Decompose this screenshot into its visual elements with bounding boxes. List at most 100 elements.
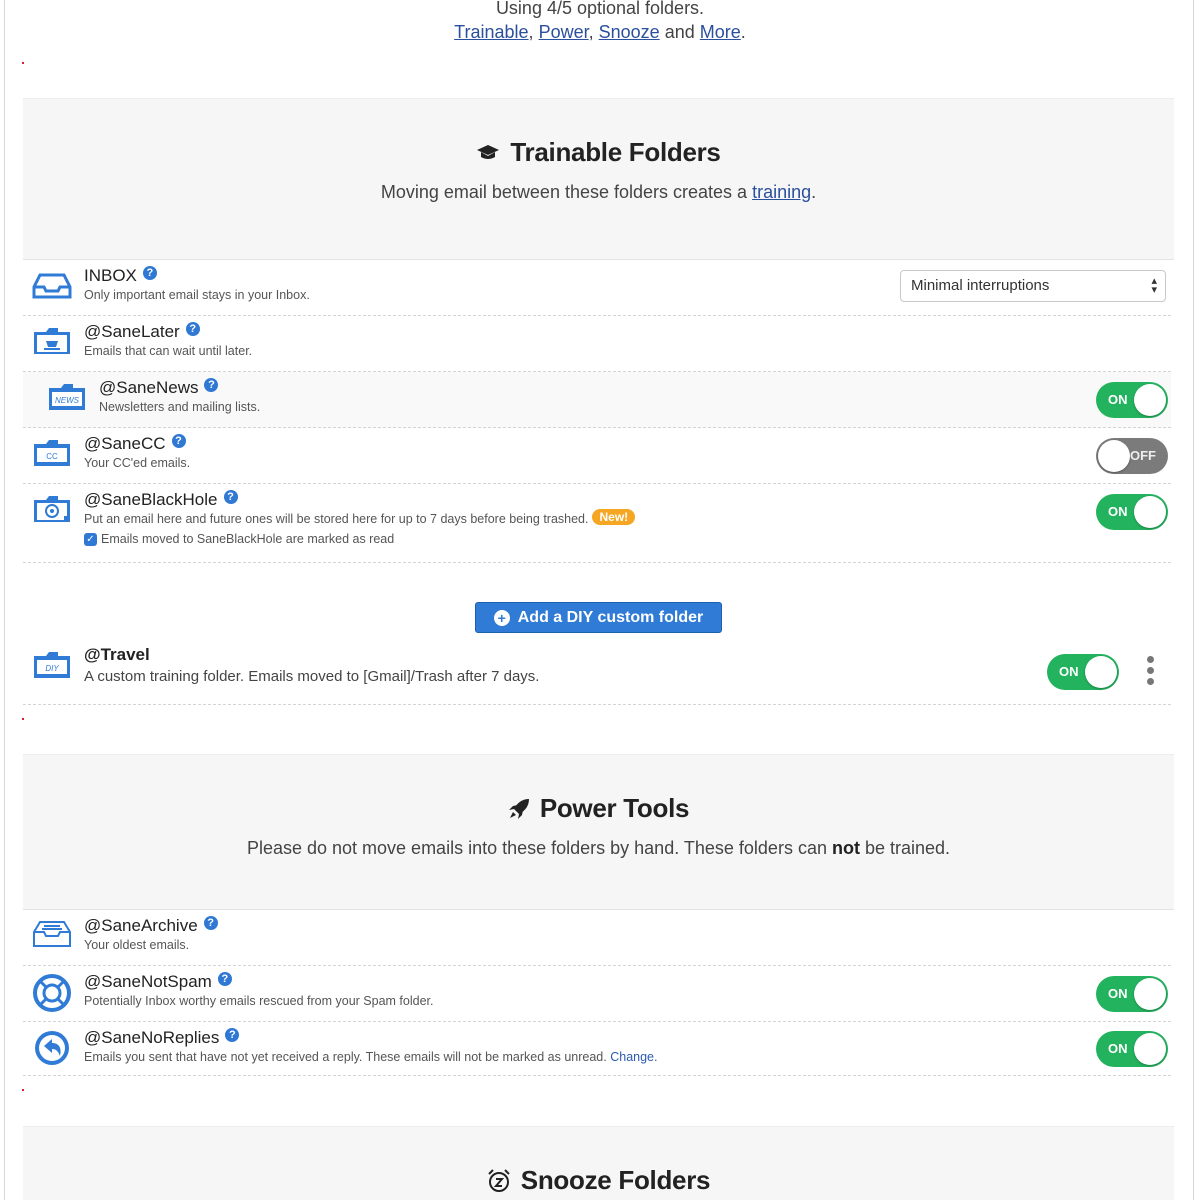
- folder-row-sanenotspam: @SaneNotSpam? Potentially Inbox worthy e…: [23, 966, 1171, 1022]
- checkbox-label: Emails moved to SaneBlackHole are marked…: [101, 532, 395, 546]
- toggle-label: OFF: [1130, 448, 1156, 463]
- folder-desc: Only important email stays in your Inbox…: [84, 288, 310, 302]
- cc-icon-text: CC: [46, 452, 58, 461]
- select-arrows-icon: ▴ ▾: [1151, 275, 1157, 296]
- folder-blackhole-icon: [34, 496, 70, 522]
- trainable-title: Trainable Folders: [23, 137, 1174, 168]
- folder-name-text: INBOX: [84, 266, 137, 285]
- help-icon[interactable]: ?: [204, 378, 219, 392]
- folder-name: @Travel: [84, 645, 150, 664]
- folder-row-sanecc: CC @SaneCC? Your CC'ed emails. OFF: [23, 428, 1171, 484]
- power-title: Power Tools: [23, 793, 1174, 824]
- folder-name-text: @SaneNoReplies: [84, 1028, 220, 1047]
- diy-button-label: Add a DIY custom folder: [517, 608, 704, 626]
- folder-name: @SaneCC?: [84, 434, 186, 454]
- marker-dot: [22, 718, 24, 720]
- no-reply-icon: [35, 1031, 69, 1065]
- sanenews-toggle[interactable]: ON: [1096, 382, 1168, 418]
- graduation-cap-icon: [477, 144, 500, 159]
- help-icon[interactable]: ?: [217, 972, 232, 986]
- help-icon[interactable]: ?: [142, 266, 157, 280]
- diy-icon-text: DIY: [45, 664, 59, 673]
- rocket-icon: [508, 798, 529, 819]
- toggle-knob: [1098, 440, 1130, 472]
- archive-tray-icon: [33, 921, 71, 947]
- period: .: [740, 22, 746, 42]
- marker-dot: [22, 62, 24, 64]
- link-snooze[interactable]: Snooze: [599, 22, 660, 42]
- help-icon[interactable]: ?: [185, 322, 200, 336]
- blackhole-read-option[interactable]: ✓ Emails moved to SaneBlackHole are marke…: [84, 532, 395, 547]
- folder-row-sanearchive: @SaneArchive? Your oldest emails.: [23, 910, 1171, 966]
- folder-name: INBOX?: [84, 266, 157, 286]
- folder-desc: Your oldest emails.: [84, 938, 190, 952]
- help-icon[interactable]: ?: [171, 434, 186, 448]
- power-subtitle: Please do not move emails into these fol…: [23, 838, 1174, 859]
- folder-name: @SaneNotSpam?: [84, 972, 232, 992]
- subtitle-text: Please do not move emails into these fol…: [246, 838, 827, 858]
- folder-row-sanenews: NEWS @SaneNews? Newsletters and mailing …: [23, 372, 1171, 428]
- folder-cc-icon: CC: [34, 440, 70, 466]
- alarm-clock-icon: [488, 1168, 510, 1192]
- folder-name-text: @SaneBlackHole: [84, 490, 218, 509]
- toggle-knob: [1085, 656, 1117, 688]
- select-value: Minimal interruptions: [911, 277, 1050, 294]
- toggle-label: ON: [1108, 986, 1128, 1001]
- subtitle-end: be trained.: [864, 838, 951, 858]
- checkbox-checked-icon[interactable]: ✓: [84, 533, 97, 547]
- inbox-tray-icon: [32, 273, 72, 299]
- folder-news-icon: NEWS: [49, 384, 85, 410]
- folder-desc-text: Put an email here and future ones will b…: [84, 512, 589, 526]
- folder-desc: Put an email here and future ones will b…: [84, 509, 636, 526]
- inbox-mode-select[interactable]: Minimal interruptions ▴ ▾: [900, 270, 1166, 302]
- help-icon[interactable]: ?: [225, 1028, 240, 1042]
- sanenoreplies-toggle[interactable]: ON: [1096, 1031, 1168, 1067]
- folder-name-text: @SaneArchive: [84, 916, 198, 935]
- change-link[interactable]: Change.: [610, 1050, 657, 1064]
- link-trainable[interactable]: Trainable: [454, 22, 528, 42]
- plus-circle-icon: +: [493, 609, 510, 626]
- folder-name-text: @SaneLater: [84, 322, 180, 341]
- folder-row-travel: DIY @Travel A custom training folder. Em…: [23, 640, 1171, 705]
- travel-toggle[interactable]: ON: [1047, 654, 1119, 690]
- folder-name: @SaneArchive?: [84, 916, 218, 936]
- training-link[interactable]: training: [752, 182, 811, 202]
- subtitle-text: Moving email between these folders creat…: [380, 182, 748, 202]
- help-icon[interactable]: ?: [203, 916, 218, 930]
- sanenotspam-toggle[interactable]: ON: [1096, 976, 1168, 1012]
- folder-name: @SaneBlackHole?: [84, 490, 238, 510]
- snooze-title-text: Snooze Folders: [520, 1165, 711, 1195]
- saneblackhole-toggle[interactable]: ON: [1096, 494, 1168, 530]
- help-icon[interactable]: ?: [223, 490, 238, 504]
- folder-name-text: @SaneNews: [99, 378, 199, 397]
- subtitle-end: .: [811, 182, 817, 202]
- link-more[interactable]: More: [700, 22, 741, 42]
- subtitle-bold: not: [831, 838, 860, 858]
- link-power[interactable]: Power: [539, 22, 589, 42]
- toggle-knob: [1134, 496, 1166, 528]
- folder-row-sanelater: @SaneLater? Emails that can wait until l…: [23, 316, 1171, 372]
- folder-name: @SaneNews?: [99, 378, 219, 398]
- folder-name-text: @SaneCC: [84, 434, 166, 453]
- trainable-subtitle: Moving email between these folders creat…: [23, 182, 1174, 203]
- toggle-knob: [1134, 384, 1166, 416]
- toggle-label: ON: [1108, 1041, 1128, 1056]
- sep: ,: [528, 22, 534, 42]
- toggle-label: ON: [1108, 392, 1128, 407]
- sanecc-toggle[interactable]: OFF: [1096, 438, 1168, 474]
- trainable-section-header: Trainable Folders Moving email between t…: [23, 98, 1174, 260]
- folder-name: @SaneLater?: [84, 322, 200, 342]
- lifebuoy-icon: [33, 974, 71, 1012]
- trainable-title-text: Trainable Folders: [510, 137, 721, 167]
- toggle-knob: [1134, 1033, 1166, 1065]
- news-icon-text: NEWS: [55, 396, 80, 405]
- folder-desc: Potentially Inbox worthy emails rescued …: [84, 994, 434, 1008]
- folder-desc-text: Emails you sent that have not yet receiv…: [84, 1050, 607, 1064]
- marker-dot: [22, 1089, 24, 1091]
- folder-name-text: @SaneNotSpam: [84, 972, 212, 991]
- snooze-title: Snooze Folders: [23, 1165, 1174, 1196]
- vertical-dots-icon[interactable]: [1147, 656, 1155, 689]
- and-text: and: [664, 22, 695, 42]
- add-diy-folder-button[interactable]: + Add a DIY custom folder: [475, 602, 722, 633]
- folder-diy-icon: DIY: [34, 652, 70, 678]
